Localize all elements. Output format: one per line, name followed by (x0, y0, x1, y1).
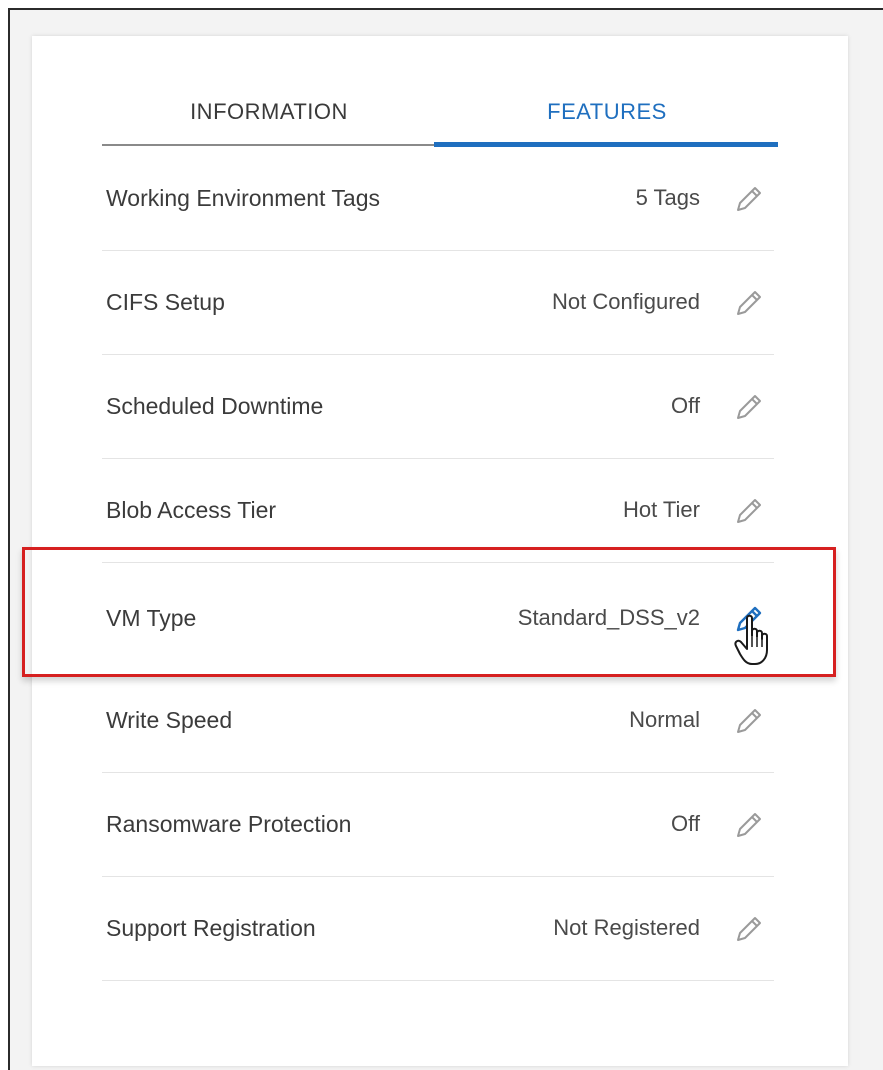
row-scheduled-downtime: Scheduled Downtime Off (102, 354, 774, 459)
row-ransomware-protection: Ransomware Protection Off (102, 772, 774, 877)
pencil-icon[interactable] (730, 493, 766, 529)
row-write-speed: Write Speed Normal (102, 668, 774, 773)
row-label: VM Type (106, 605, 197, 631)
row-value: Not Registered (553, 915, 700, 940)
row-label: CIFS Setup (106, 289, 225, 315)
row-vm-type: VM Type Standard_DSS_v2 (102, 566, 774, 670)
tab-bar: INFORMATION FEATURES (102, 94, 778, 150)
row-cifs-setup: CIFS Setup Not Configured (102, 250, 774, 355)
pencil-icon[interactable] (730, 389, 766, 425)
row-value: Not Configured (552, 289, 700, 314)
row-value: Off (671, 393, 700, 418)
hand-pointer-icon (734, 614, 768, 665)
row-label: Ransomware Protection (106, 811, 352, 837)
tab-information[interactable]: INFORMATION (102, 94, 436, 144)
row-working-environment-tags: Working Environment Tags 5 Tags (102, 146, 774, 251)
features-panel: INFORMATION FEATURES Working Environment… (32, 36, 848, 1066)
row-value: Off (671, 811, 700, 836)
pencil-icon[interactable] (730, 703, 766, 739)
pencil-icon[interactable] (730, 285, 766, 321)
row-support-registration: Support Registration Not Registered (102, 876, 774, 981)
row-value: 5 Tags (635, 185, 700, 210)
tab-features[interactable]: FEATURES (436, 94, 778, 144)
row-value: Normal (629, 707, 700, 732)
row-value: Standard_DSS_v2 (517, 605, 700, 630)
row-value: Hot Tier (622, 497, 700, 522)
row-label: Working Environment Tags (106, 185, 381, 211)
row-label: Support Registration (106, 915, 316, 941)
row-label: Write Speed (106, 707, 233, 733)
row-label: Blob Access Tier (106, 497, 277, 523)
pencil-icon[interactable] (730, 911, 766, 947)
row-blob-access-tier: Blob Access Tier Hot Tier (102, 458, 774, 563)
pencil-icon[interactable] (730, 807, 766, 843)
pencil-icon[interactable] (730, 181, 766, 217)
row-label: Scheduled Downtime (106, 393, 324, 419)
